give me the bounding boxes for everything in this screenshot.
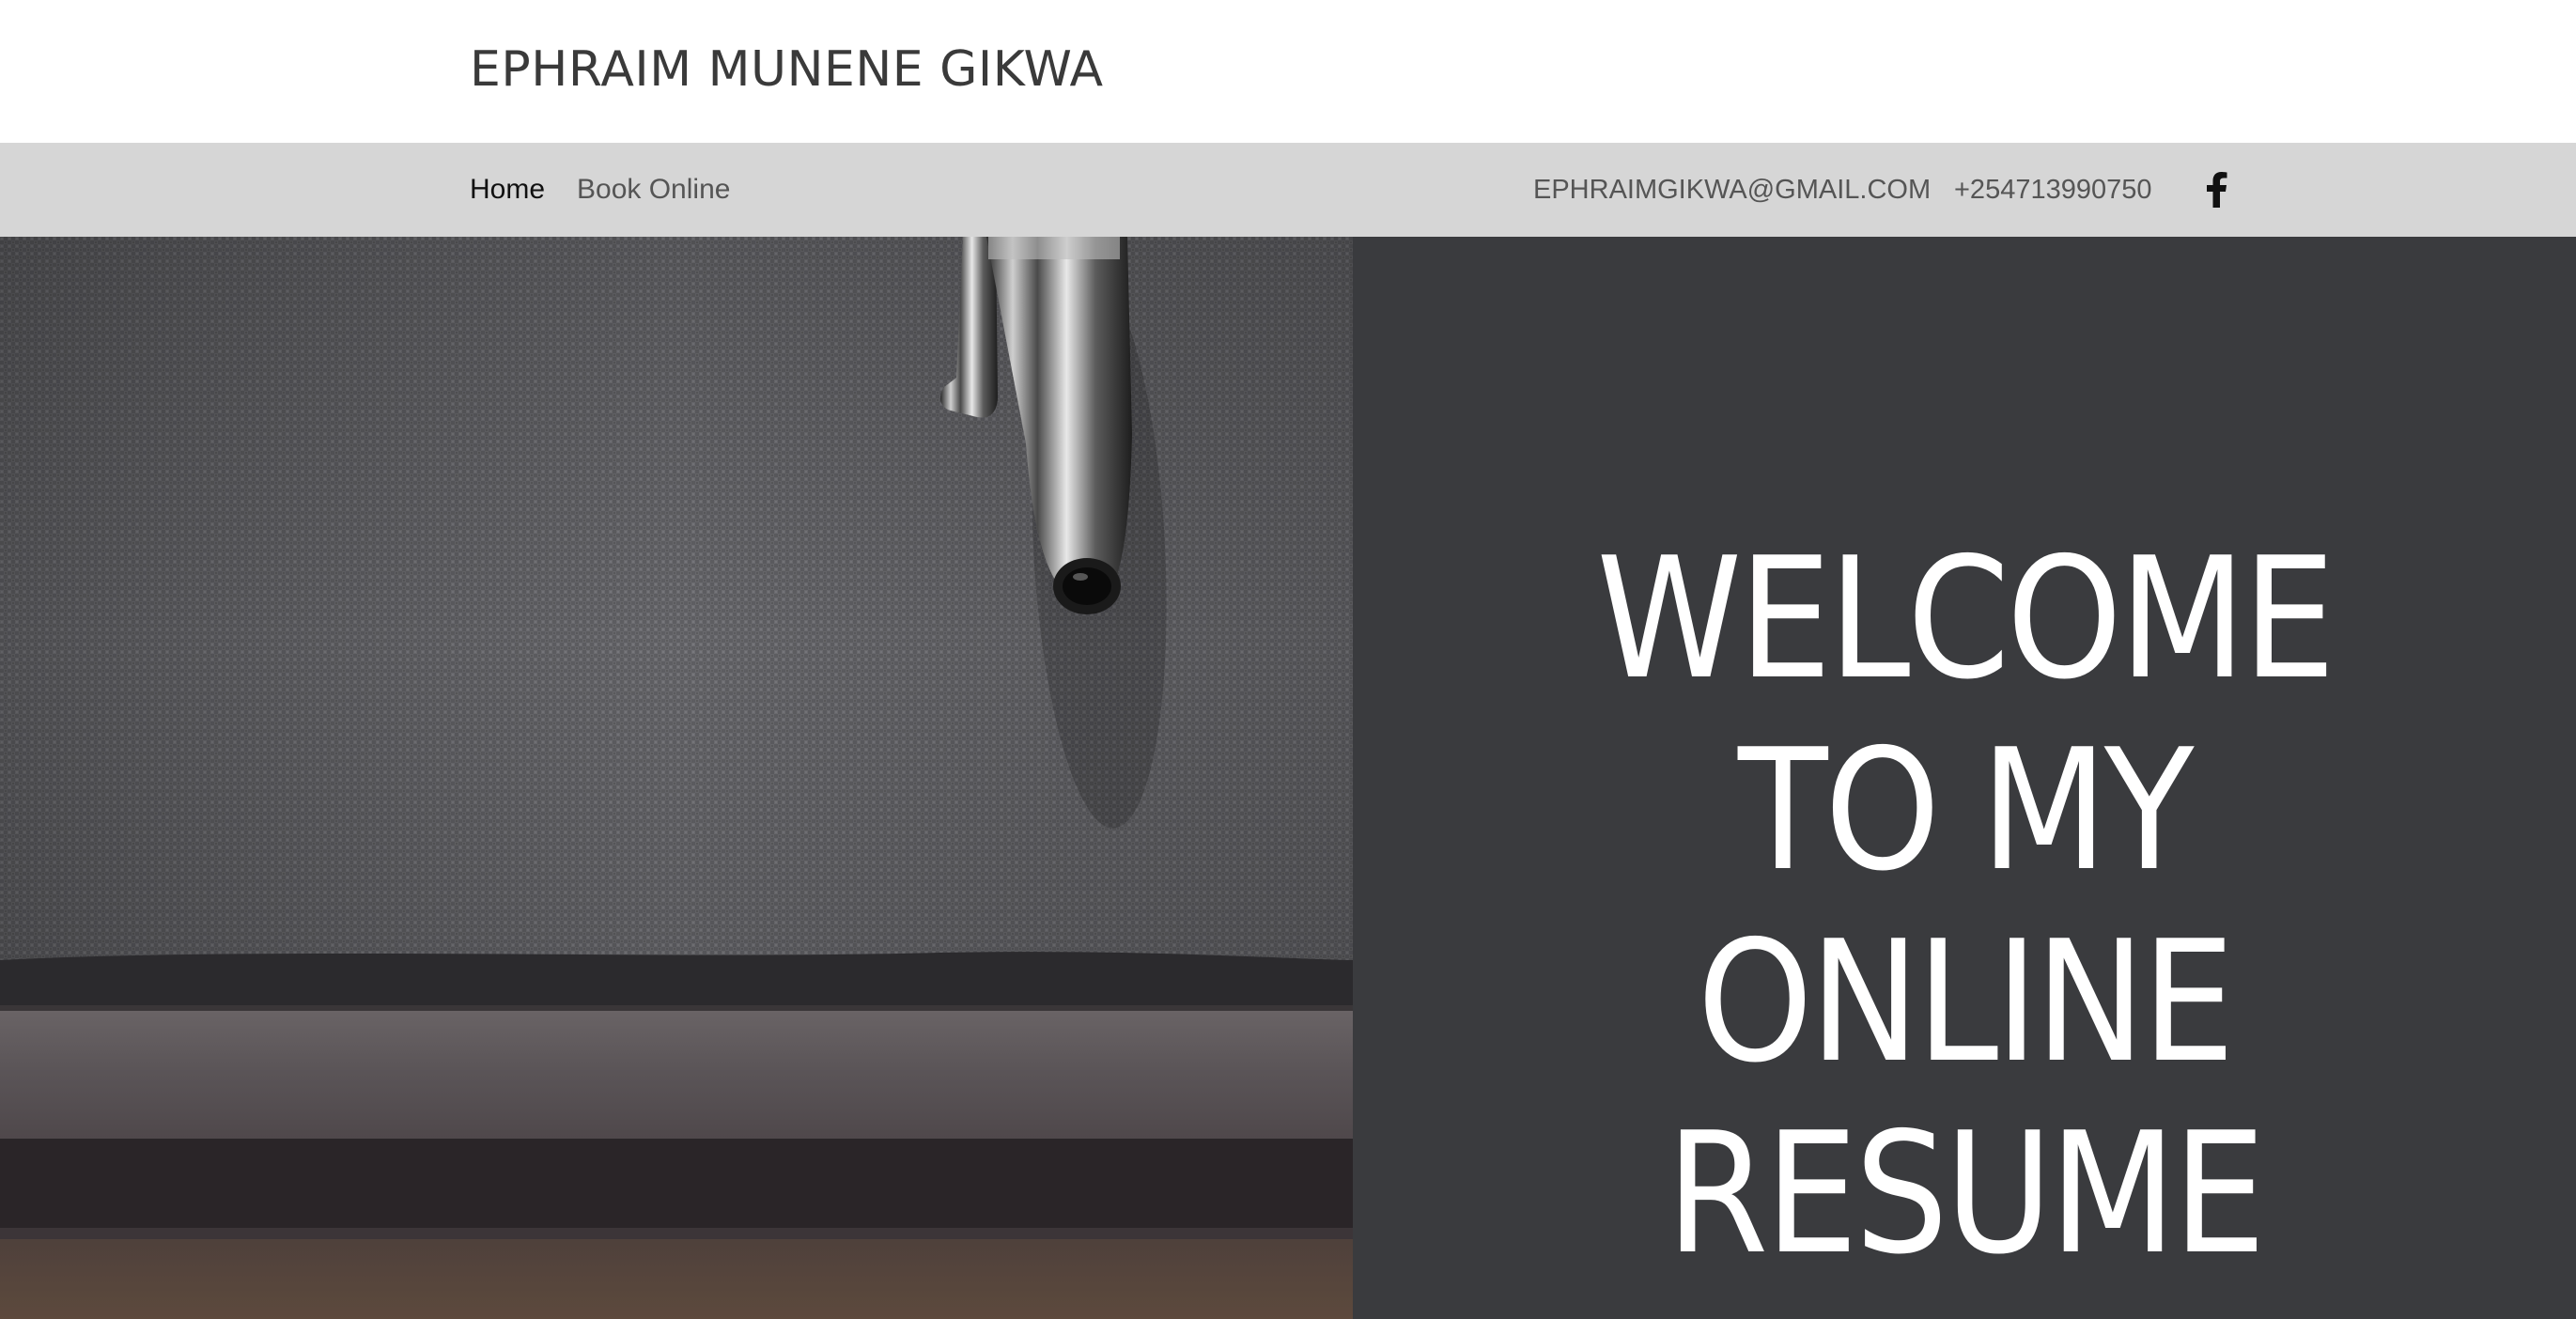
hero-welcome-panel: WELCOME TO MY ONLINE RESUME <box>1353 237 2576 1319</box>
facebook-icon[interactable] <box>2204 172 2228 208</box>
hero-image-pen-notebook <box>0 237 1353 1319</box>
hero-heading-line: RESUME <box>1666 1096 2266 1291</box>
hero-heading-line: TO MY <box>1737 713 2195 908</box>
hero-heading-line: WELCOME <box>1596 521 2335 716</box>
main-navbar: Home Book Online EPHRAIMGIKWA@GMAIL.COM … <box>0 143 2576 237</box>
site-title[interactable]: EPHRAIM MUNENE GIKWA <box>470 36 1104 103</box>
site-header: EPHRAIM MUNENE GIKWA <box>0 0 2576 143</box>
nav-item-home[interactable]: Home <box>470 171 545 209</box>
hero-heading-line: ONLINE <box>1697 905 2235 1099</box>
nav-item-book-online[interactable]: Book Online <box>577 171 730 209</box>
contact-phone-link[interactable]: +254713990750 <box>1954 171 2151 209</box>
hero-section: WELCOME TO MY ONLINE RESUME <box>0 237 2576 1319</box>
hero-heading: WELCOME TO MY ONLINE RESUME <box>1426 523 2503 1290</box>
contact-email-link[interactable]: EPHRAIMGIKWA@GMAIL.COM <box>1533 171 1931 209</box>
